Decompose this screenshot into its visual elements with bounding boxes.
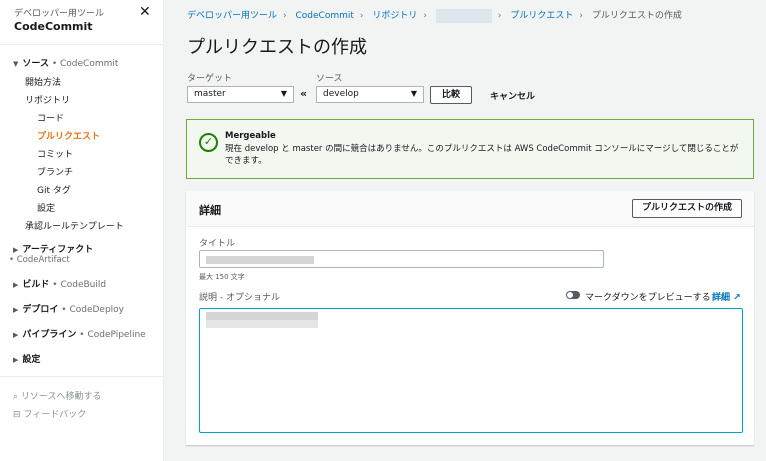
search-icon: ⌕ xyxy=(13,392,19,402)
target-branch-select[interactable]: master ▼ xyxy=(187,86,294,103)
sidebar-section-pipeline[interactable]: ▶ パイプライン • CodePipeline xyxy=(13,327,146,340)
source-branch-select[interactable]: develop ▼ xyxy=(316,86,424,103)
markdown-preview-label: マークダウンをプレビューする xyxy=(585,293,711,303)
caret-right-icon: ▶ xyxy=(13,281,19,289)
sidebar-supertitle: デベロッパー用ツール xyxy=(14,9,105,19)
compare-button[interactable]: 比較 xyxy=(430,86,472,104)
feedback-icon: ⊟ xyxy=(13,410,21,420)
double-chevron-left-icon: « xyxy=(300,87,308,100)
dropdown-arrow-icon: ▼ xyxy=(410,89,417,98)
description-label: 説明 - オプショナル xyxy=(199,293,280,303)
sidebar-item-getting-started[interactable]: 開始方法 xyxy=(25,75,61,88)
target-label: ターゲット xyxy=(187,74,233,84)
breadcrumb-devtools[interactable]: デベロッパー用ツール xyxy=(187,11,277,21)
sidebar-section-artifacts[interactable]: ▶ アーティファクト • CodeArtifact xyxy=(9,242,93,265)
markdown-preview-toggle[interactable] xyxy=(566,291,580,299)
breadcrumb-repository-redacted[interactable] xyxy=(435,8,492,23)
caret-down-icon: ▼ xyxy=(13,60,19,68)
sidebar-title[interactable]: CodeCommit xyxy=(14,20,93,33)
sidebar-section-settings[interactable]: ▶ 設定 xyxy=(13,352,40,365)
success-check-icon: ✓ xyxy=(199,133,218,152)
title-input[interactable] xyxy=(199,250,604,268)
sidebar-item-approval-templates[interactable]: 承認ルールテンプレート xyxy=(25,219,124,232)
external-link-icon: ↗ xyxy=(733,293,741,303)
breadcrumb-repositories[interactable]: リポジトリ xyxy=(372,11,417,21)
alert-title: Mergeable xyxy=(225,131,276,141)
mergeable-alert: ✓ Mergeable 現在 develop と master の間に競合はあり… xyxy=(186,119,754,179)
sidebar-item-git-tags[interactable]: Git タグ xyxy=(37,183,71,196)
description-textarea[interactable] xyxy=(199,308,743,433)
title-label: タイトル xyxy=(199,239,236,249)
sidebar: デベロッパー用ツール CodeCommit ✕ ▼ ソース • CodeCommi… xyxy=(0,0,164,461)
breadcrumb-current: プルリクエストの作成 xyxy=(591,11,682,21)
sidebar-item-branches[interactable]: ブランチ xyxy=(37,165,73,178)
sidebar-feedback[interactable]: ⊟ フィードバック xyxy=(13,407,86,420)
sidebar-item-pull-requests[interactable]: プルリクエスト xyxy=(37,129,100,142)
sidebar-item-commits[interactable]: コミット xyxy=(37,147,73,160)
sidebar-go-to-resource[interactable]: ⌕ リソースへ移動する xyxy=(13,389,101,402)
title-hint: 最大 150 文字 xyxy=(199,273,245,281)
sidebar-item-repositories[interactable]: リポジトリ xyxy=(25,93,70,106)
breadcrumb-pull-requests[interactable]: プルリクエスト xyxy=(510,11,573,21)
sidebar-item-code[interactable]: コード xyxy=(37,111,64,124)
caret-right-icon: ▶ xyxy=(13,246,19,254)
page-title: プルリクエストの作成 xyxy=(187,37,367,58)
caret-right-icon: ▶ xyxy=(13,356,19,364)
breadcrumb: デベロッパー用ツール › CodeCommit › リポジトリ › › プルリクエスト… xyxy=(187,8,688,23)
details-heading: 詳細 xyxy=(199,204,221,217)
sidebar-section-build[interactable]: ▶ ビルド • CodeBuild xyxy=(13,277,106,290)
source-label: ソース xyxy=(316,74,343,84)
sidebar-section-source[interactable]: ▼ ソース • CodeCommit xyxy=(13,56,118,69)
alert-message: 現在 develop と master の間に競合はありません。このプルリクエス… xyxy=(225,144,739,166)
breadcrumb-codecommit[interactable]: CodeCommit xyxy=(296,11,354,21)
learn-more-link[interactable]: 詳細 ↗ xyxy=(712,290,741,303)
sidebar-section-deploy[interactable]: ▶ デプロイ • CodeDeploy xyxy=(13,302,124,315)
caret-right-icon: ▶ xyxy=(13,331,19,339)
dropdown-arrow-icon: ▼ xyxy=(280,89,287,98)
details-panel: 詳細 プルリクエストの作成 タイトル 最大 150 文字 説明 - オプショナル… xyxy=(186,191,754,445)
caret-right-icon: ▶ xyxy=(13,306,19,314)
close-icon[interactable]: ✕ xyxy=(139,4,151,20)
sidebar-item-settings[interactable]: 設定 xyxy=(37,201,55,214)
create-pull-request-button[interactable]: プルリクエストの作成 xyxy=(632,199,742,218)
cancel-link[interactable]: キャンセル xyxy=(490,89,535,102)
